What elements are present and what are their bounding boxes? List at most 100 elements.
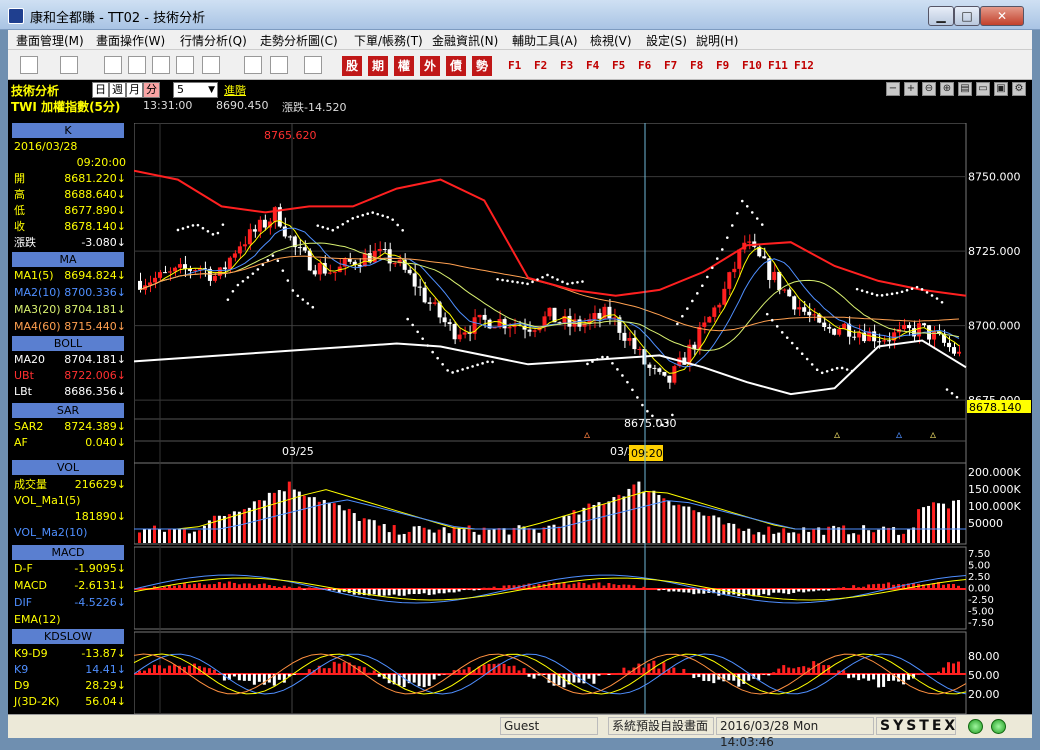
function-key-button[interactable]: F11 [768,59,788,72]
candle [782,290,786,291]
volume-bar [732,524,735,543]
settings-icon[interactable]: ⚙ [1012,82,1026,96]
close-chart-icon[interactable] [128,56,146,74]
menu-bar: 畫面管理(M) 畫面操作(W) 行情分析(Q) 走勢分析圖(C) 下單/帳務(T) 金融資… [8,30,1032,50]
candle [627,338,631,341]
macd-histogram-bar [652,588,655,589]
category-button[interactable]: 勢 [472,56,492,76]
chart-window-icon[interactable] [270,56,288,74]
sar-dot [187,226,190,229]
chart-area[interactable]: 8750.0008725.0008700.0008675.0008765.620… [134,123,1032,714]
function-key-button[interactable]: F1 [508,59,521,72]
kd-histogram-bar [413,674,416,683]
menu-item[interactable]: 走勢分析圖(C) [260,32,338,49]
menu-item[interactable]: 說明(H) [696,32,738,49]
menu-item[interactable]: 畫面操作(W) [96,32,165,49]
timeframe-week[interactable]: 週 [109,82,126,98]
indicator-name: 開 [14,171,25,186]
kd-histogram-bar [832,673,835,674]
category-button[interactable]: 期 [368,56,388,76]
macd-histogram-bar [782,589,785,593]
macd-histogram-bar [802,589,805,592]
ma-indicator-header[interactable]: MA [12,252,124,267]
function-key-button[interactable]: F5 [612,59,625,72]
kd-histogram-bar [433,674,436,679]
boll-indicator-header[interactable]: BOLL [12,336,124,351]
split-icon[interactable] [176,56,194,74]
close-button[interactable]: ✕ [980,6,1024,26]
kd-histogram-bar [642,668,645,674]
menu-item[interactable]: 輔助工具(A) [512,32,578,49]
k-indicator-header[interactable]: K [12,123,124,138]
plus-icon[interactable]: + [904,82,918,96]
zoom-out-icon[interactable]: ⊖ [922,82,936,96]
vol-indicator-header[interactable]: VOL [12,460,124,475]
timeframe-minute[interactable]: 分 [143,82,160,98]
category-button[interactable]: 外 [420,56,440,76]
sar-dot [611,362,614,365]
monitor-icon[interactable] [60,56,78,74]
candle [213,276,217,281]
maximize-button[interactable]: □ [954,6,980,26]
macd-histogram-bar [503,586,506,589]
minus-icon[interactable]: − [886,82,900,96]
sar-indicator-header[interactable]: SAR [12,403,124,418]
menu-item[interactable]: 畫面管理(M) [16,32,84,49]
indicator-row: SAR28724.389↓ [12,419,126,434]
menu-item[interactable]: 行情分析(Q) [180,32,247,49]
candle [882,340,886,341]
timeframe-day[interactable]: 日 [92,82,109,98]
table-icon[interactable] [152,56,170,74]
sar-dot [242,280,245,283]
function-key-button[interactable]: F9 [716,59,729,72]
chevron-down-icon: ▼ [208,83,215,97]
function-key-button[interactable]: F12 [794,59,814,72]
kd-histogram-bar [278,674,281,680]
function-key-button[interactable]: F3 [560,59,573,72]
kd-histogram-bar [637,664,640,674]
indicator-name: EMA(12) [14,612,61,627]
company-logo-icon[interactable] [304,56,322,74]
candle [707,317,711,323]
function-key-button[interactable]: F4 [586,59,599,72]
macd-histogram-bar [657,589,660,590]
minimize-button[interactable]: ▁ [928,6,954,26]
function-key-button[interactable]: F6 [638,59,651,72]
category-button[interactable]: 股 [342,56,362,76]
menu-item[interactable]: 金融資訊(N) [432,32,498,49]
zoom-icon[interactable] [104,56,122,74]
candle [722,289,726,305]
function-key-button[interactable]: F2 [534,59,547,72]
print-icon[interactable]: ▤ [958,82,972,96]
category-button[interactable]: 權 [394,56,414,76]
link-icon[interactable] [244,56,262,74]
sar-dot [471,365,474,368]
menu-item[interactable]: 檢視(V) [590,32,632,49]
function-key-button[interactable]: F8 [690,59,703,72]
kd-tick: 80.00 [968,650,1000,663]
candle [637,349,641,350]
macd-histogram-bar [308,587,311,589]
sar-dot [861,289,864,292]
refresh-icon[interactable] [202,56,220,74]
kd-indicator-header[interactable]: KDSLOW [12,629,124,644]
window-icon[interactable]: ▣ [994,82,1008,96]
candle [453,324,457,339]
zoom-in-icon[interactable]: ⊕ [940,82,954,96]
sar-dot [956,396,959,399]
candle [787,290,791,297]
save-icon[interactable]: ▭ [976,82,990,96]
kd-histogram-bar [682,669,685,674]
sar-dot [461,368,464,371]
period-select[interactable]: 5▼ [173,82,218,98]
timeframe-month[interactable]: 月 [126,82,143,98]
macd-indicator-header[interactable]: MACD [12,545,124,560]
function-key-button[interactable]: F7 [664,59,677,72]
advance-link[interactable]: 進階 [224,82,246,98]
function-key-button[interactable]: F10 [742,59,762,72]
menu-item[interactable]: 設定(S) [646,32,687,49]
menu-item[interactable]: 下單/帳務(T) [354,32,423,49]
sar-dot [197,224,200,227]
category-button[interactable]: 債 [446,56,466,76]
layout-icon[interactable] [20,56,38,74]
